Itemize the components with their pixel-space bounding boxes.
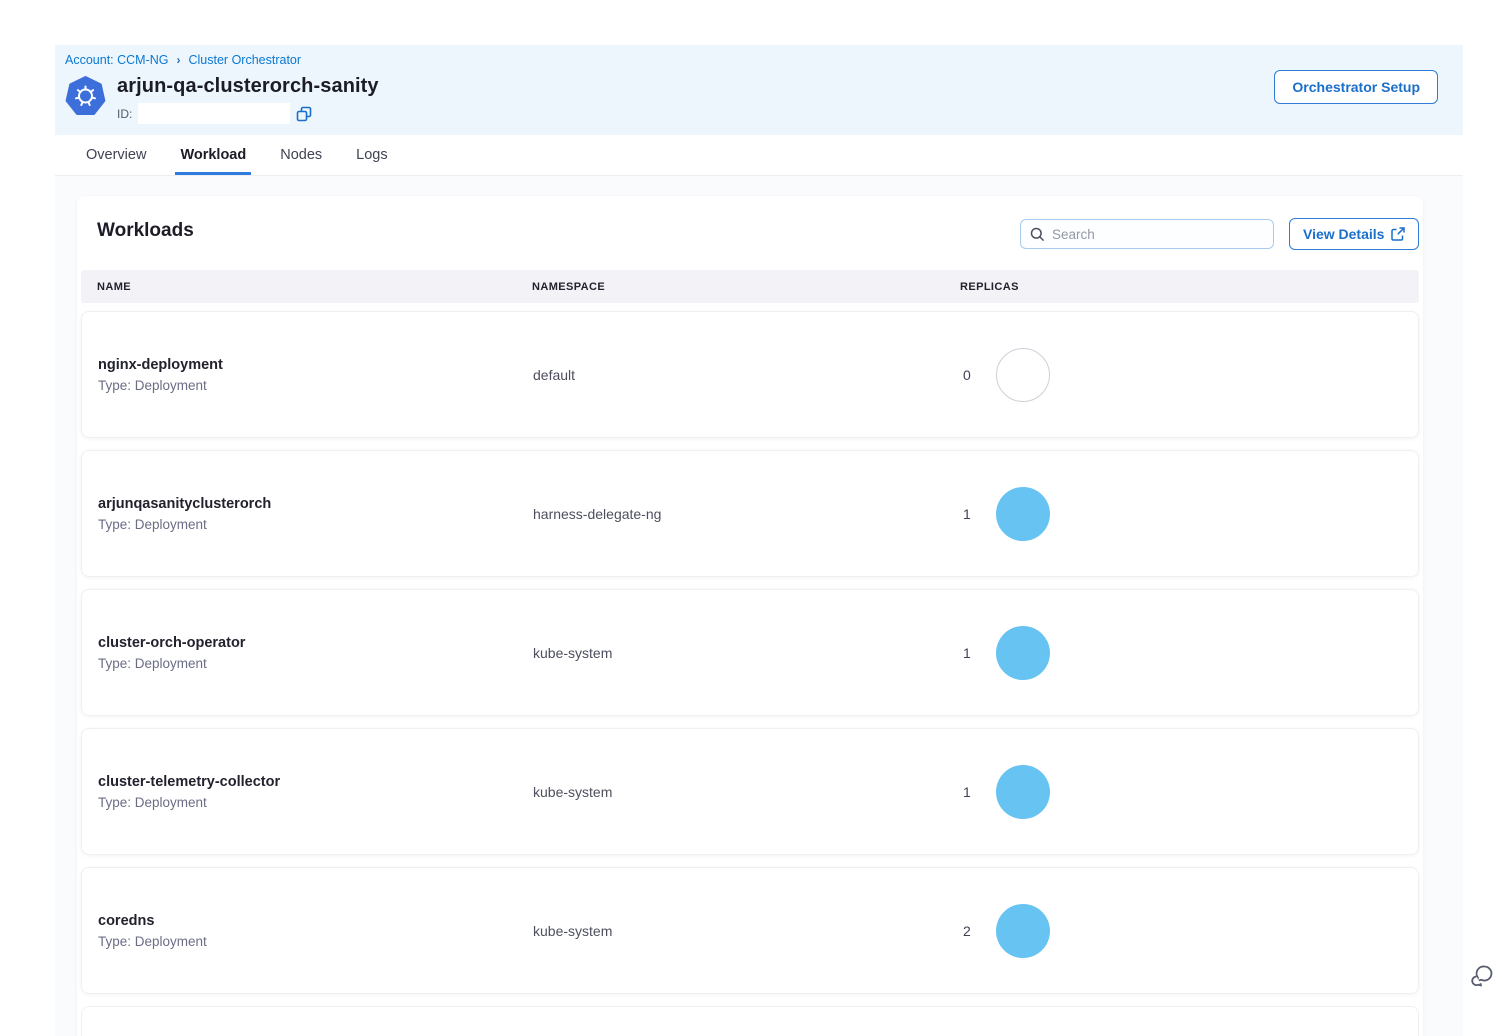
- workload-namespace: harness-delegate-ng: [533, 506, 661, 522]
- workload-namespace: default: [533, 367, 575, 383]
- page-title: arjun-qa-clusterorch-sanity: [117, 75, 379, 98]
- workload-type: Type: Deployment: [98, 378, 223, 393]
- table-row[interactable]: nginx-deployment Type: Deployment defaul…: [81, 311, 1419, 438]
- column-header-name: NAME: [97, 281, 131, 293]
- replica-circle: [996, 765, 1050, 819]
- workload-namespace: kube-system: [533, 645, 612, 661]
- copy-icon[interactable]: [296, 106, 312, 122]
- workload-name: coredns: [98, 913, 207, 929]
- replica-count: 2: [963, 923, 973, 939]
- chat-bubbles-icon[interactable]: [1467, 961, 1497, 991]
- replica-circle: [996, 487, 1050, 541]
- workload-rows: nginx-deployment Type: Deployment defaul…: [81, 311, 1419, 1036]
- tab-workload[interactable]: Workload: [175, 135, 251, 175]
- replicas-cell: 0: [963, 348, 1050, 402]
- page-header: Account: CCM-NG › Cluster Orchestrator a: [55, 45, 1463, 135]
- workload-name-cell: cluster-telemetry-collector Type: Deploy…: [98, 774, 280, 810]
- search-box: [1020, 219, 1274, 249]
- replicas-cell: 2: [963, 904, 1050, 958]
- workloads-card: Workloads View Details: [77, 196, 1423, 1036]
- replica-count: 1: [963, 645, 973, 661]
- workload-name: cluster-telemetry-collector: [98, 774, 280, 790]
- workload-name: nginx-deployment: [98, 357, 223, 373]
- table-row-partial[interactable]: [81, 1006, 1419, 1036]
- breadcrumb-cluster-orchestrator-link[interactable]: Cluster Orchestrator: [189, 53, 302, 67]
- column-header-replicas: REPLICAS: [960, 281, 1019, 293]
- external-link-icon: [1391, 227, 1405, 241]
- workload-name-cell: coredns Type: Deployment: [98, 913, 207, 949]
- orchestrator-setup-button[interactable]: Orchestrator Setup: [1274, 70, 1438, 104]
- replicas-cell: 1: [963, 626, 1050, 680]
- column-header-namespace: NAMESPACE: [532, 281, 605, 293]
- replica-count: 1: [963, 506, 973, 522]
- table-row[interactable]: cluster-orch-operator Type: Deployment k…: [81, 589, 1419, 716]
- table-row[interactable]: arjunqasanityclusterorch Type: Deploymen…: [81, 450, 1419, 577]
- view-details-button[interactable]: View Details: [1289, 218, 1419, 250]
- workload-name-cell: arjunqasanityclusterorch Type: Deploymen…: [98, 496, 271, 532]
- replica-circle: [996, 904, 1050, 958]
- workload-namespace: kube-system: [533, 923, 612, 939]
- breadcrumb-account-link[interactable]: Account: CCM-NG: [65, 53, 169, 67]
- tab-overview[interactable]: Overview: [81, 135, 151, 175]
- workload-namespace: kube-system: [533, 784, 612, 800]
- table-row[interactable]: coredns Type: Deployment kube-system 2: [81, 867, 1419, 994]
- workload-type: Type: Deployment: [98, 934, 207, 949]
- search-input[interactable]: [1052, 227, 1264, 242]
- workload-type: Type: Deployment: [98, 656, 245, 671]
- main-panel: Account: CCM-NG › Cluster Orchestrator a: [55, 45, 1463, 1036]
- tab-bar: Overview Workload Nodes Logs: [55, 135, 1463, 176]
- workloads-title: Workloads: [97, 220, 194, 242]
- replica-count: 0: [963, 367, 973, 383]
- workload-type: Type: Deployment: [98, 795, 280, 810]
- view-details-label: View Details: [1303, 226, 1384, 242]
- cluster-id-row: ID:: [117, 103, 312, 124]
- replica-circle: [996, 626, 1050, 680]
- tab-nodes[interactable]: Nodes: [275, 135, 327, 175]
- breadcrumb-separator: ›: [177, 53, 181, 67]
- cluster-id-redacted-value: [138, 103, 290, 124]
- table-header: NAME NAMESPACE REPLICAS: [81, 270, 1419, 303]
- workload-name-cell: nginx-deployment Type: Deployment: [98, 357, 223, 393]
- kubernetes-logo-icon: [65, 76, 106, 117]
- search-icon: [1030, 227, 1045, 242]
- workload-name: cluster-orch-operator: [98, 635, 245, 651]
- workload-type: Type: Deployment: [98, 517, 271, 532]
- table-row[interactable]: cluster-telemetry-collector Type: Deploy…: [81, 728, 1419, 855]
- replica-circle: [996, 348, 1050, 402]
- content-area: Workloads View Details: [55, 176, 1463, 1036]
- replicas-cell: 1: [963, 487, 1050, 541]
- tab-logs[interactable]: Logs: [351, 135, 392, 175]
- workload-name: arjunqasanityclusterorch: [98, 496, 271, 512]
- replicas-cell: 1: [963, 765, 1050, 819]
- breadcrumb: Account: CCM-NG › Cluster Orchestrator: [65, 53, 301, 67]
- workload-name-cell: cluster-orch-operator Type: Deployment: [98, 635, 245, 671]
- replica-count: 1: [963, 784, 973, 800]
- cluster-id-label: ID:: [117, 107, 132, 121]
